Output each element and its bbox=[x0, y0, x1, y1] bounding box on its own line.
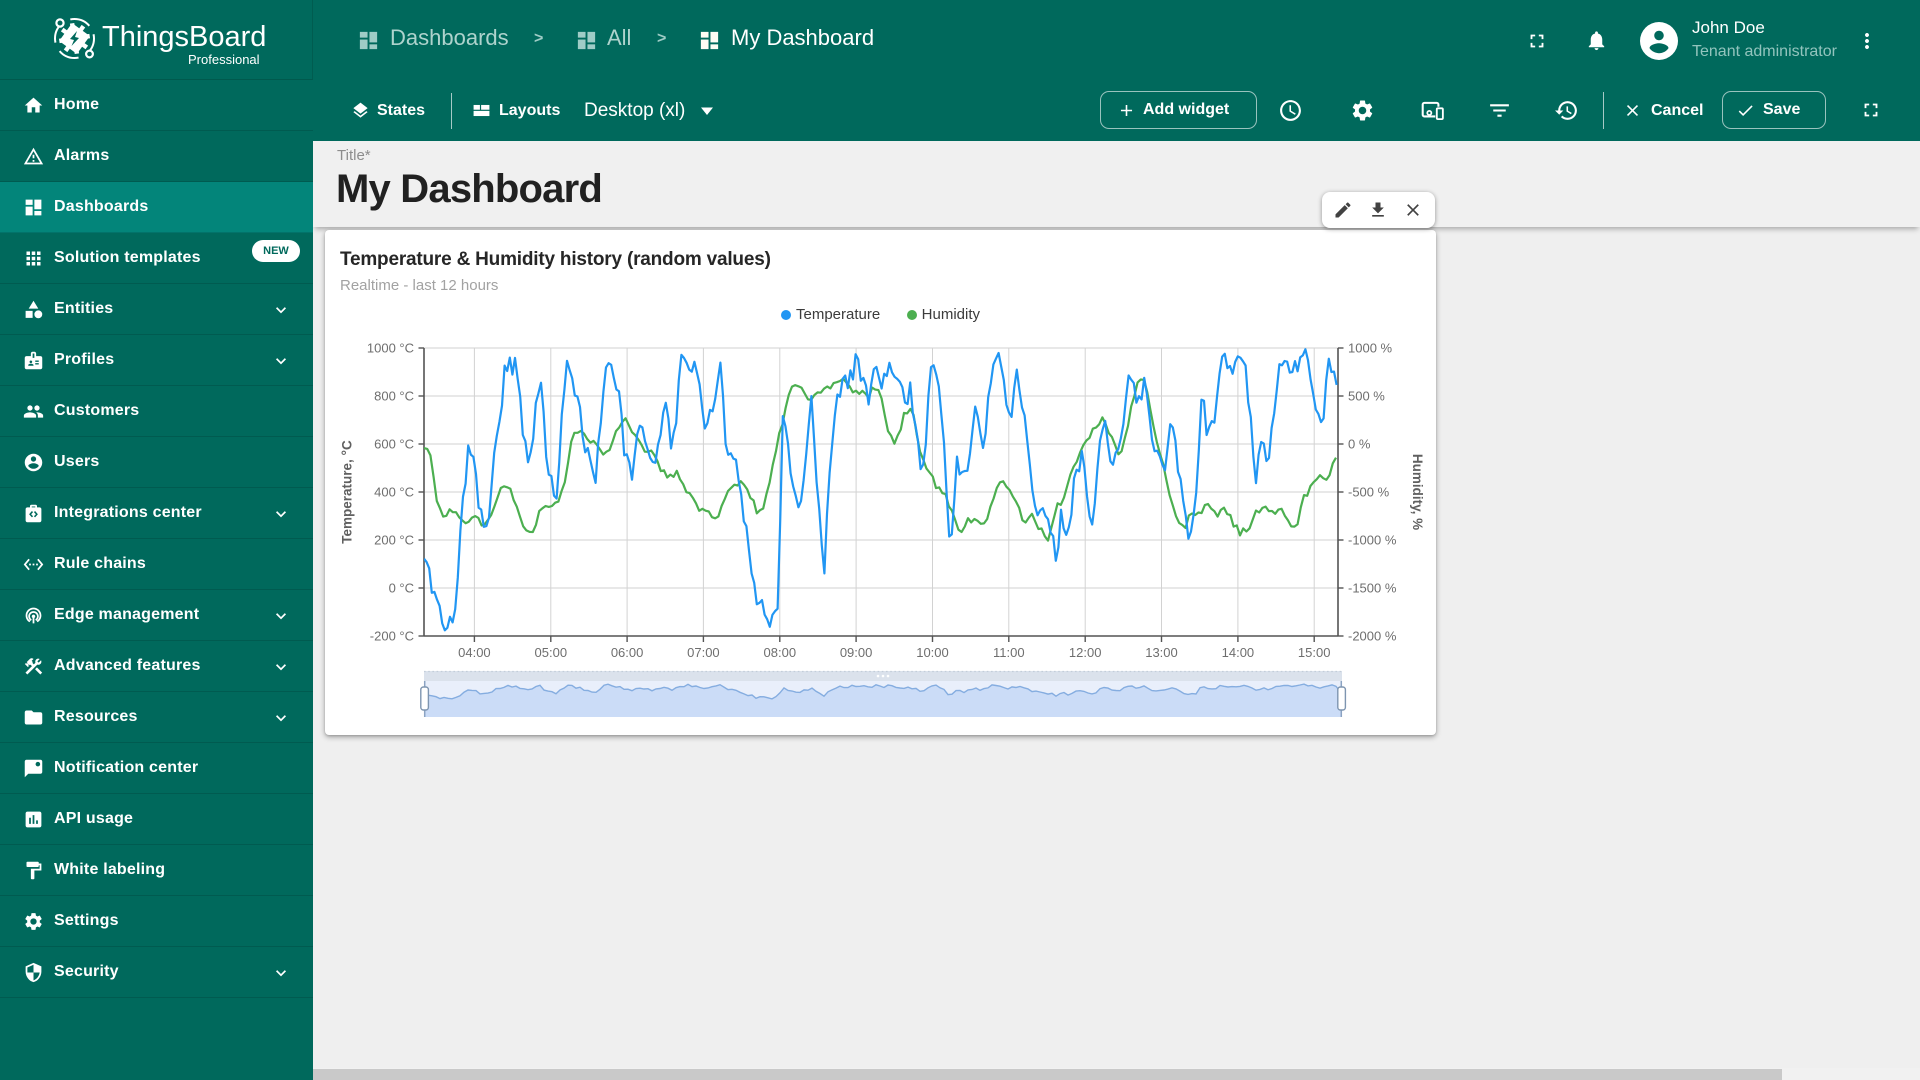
svg-text:1000 %: 1000 % bbox=[1348, 341, 1393, 356]
svg-text:500 %: 500 % bbox=[1348, 389, 1385, 404]
svg-text:0 %: 0 % bbox=[1348, 437, 1371, 452]
svg-text:09:00: 09:00 bbox=[840, 645, 873, 660]
svg-text:600 °C: 600 °C bbox=[374, 437, 414, 452]
svg-text:12:00: 12:00 bbox=[1069, 645, 1102, 660]
svg-text:11:00: 11:00 bbox=[993, 645, 1025, 660]
svg-text:Humidity, %: Humidity, % bbox=[1410, 454, 1425, 530]
svg-text:05:00: 05:00 bbox=[535, 645, 568, 660]
svg-text:14:00: 14:00 bbox=[1222, 645, 1255, 660]
svg-text:200 °C: 200 °C bbox=[374, 533, 414, 548]
svg-text:400 °C: 400 °C bbox=[374, 485, 414, 500]
svg-text:06:00: 06:00 bbox=[611, 645, 644, 660]
svg-text:800 °C: 800 °C bbox=[374, 389, 414, 404]
svg-text:0 °C: 0 °C bbox=[389, 581, 414, 596]
svg-text:04:00: 04:00 bbox=[458, 645, 491, 660]
svg-text:13:00: 13:00 bbox=[1145, 645, 1178, 660]
svg-text:-500 %: -500 % bbox=[1348, 485, 1390, 500]
svg-text:07:00: 07:00 bbox=[687, 645, 720, 660]
svg-text:-1500 %: -1500 % bbox=[1348, 581, 1397, 596]
svg-text:10:00: 10:00 bbox=[916, 645, 949, 660]
svg-text:-2000 %: -2000 % bbox=[1348, 629, 1397, 644]
svg-text:1000 °C: 1000 °C bbox=[367, 341, 414, 356]
svg-text:-1000 %: -1000 % bbox=[1348, 533, 1397, 548]
svg-text:Temperature, °C: Temperature, °C bbox=[340, 440, 355, 544]
svg-text:15:00: 15:00 bbox=[1298, 645, 1331, 660]
svg-text:-200 °C: -200 °C bbox=[370, 629, 414, 644]
svg-text:08:00: 08:00 bbox=[764, 645, 797, 660]
